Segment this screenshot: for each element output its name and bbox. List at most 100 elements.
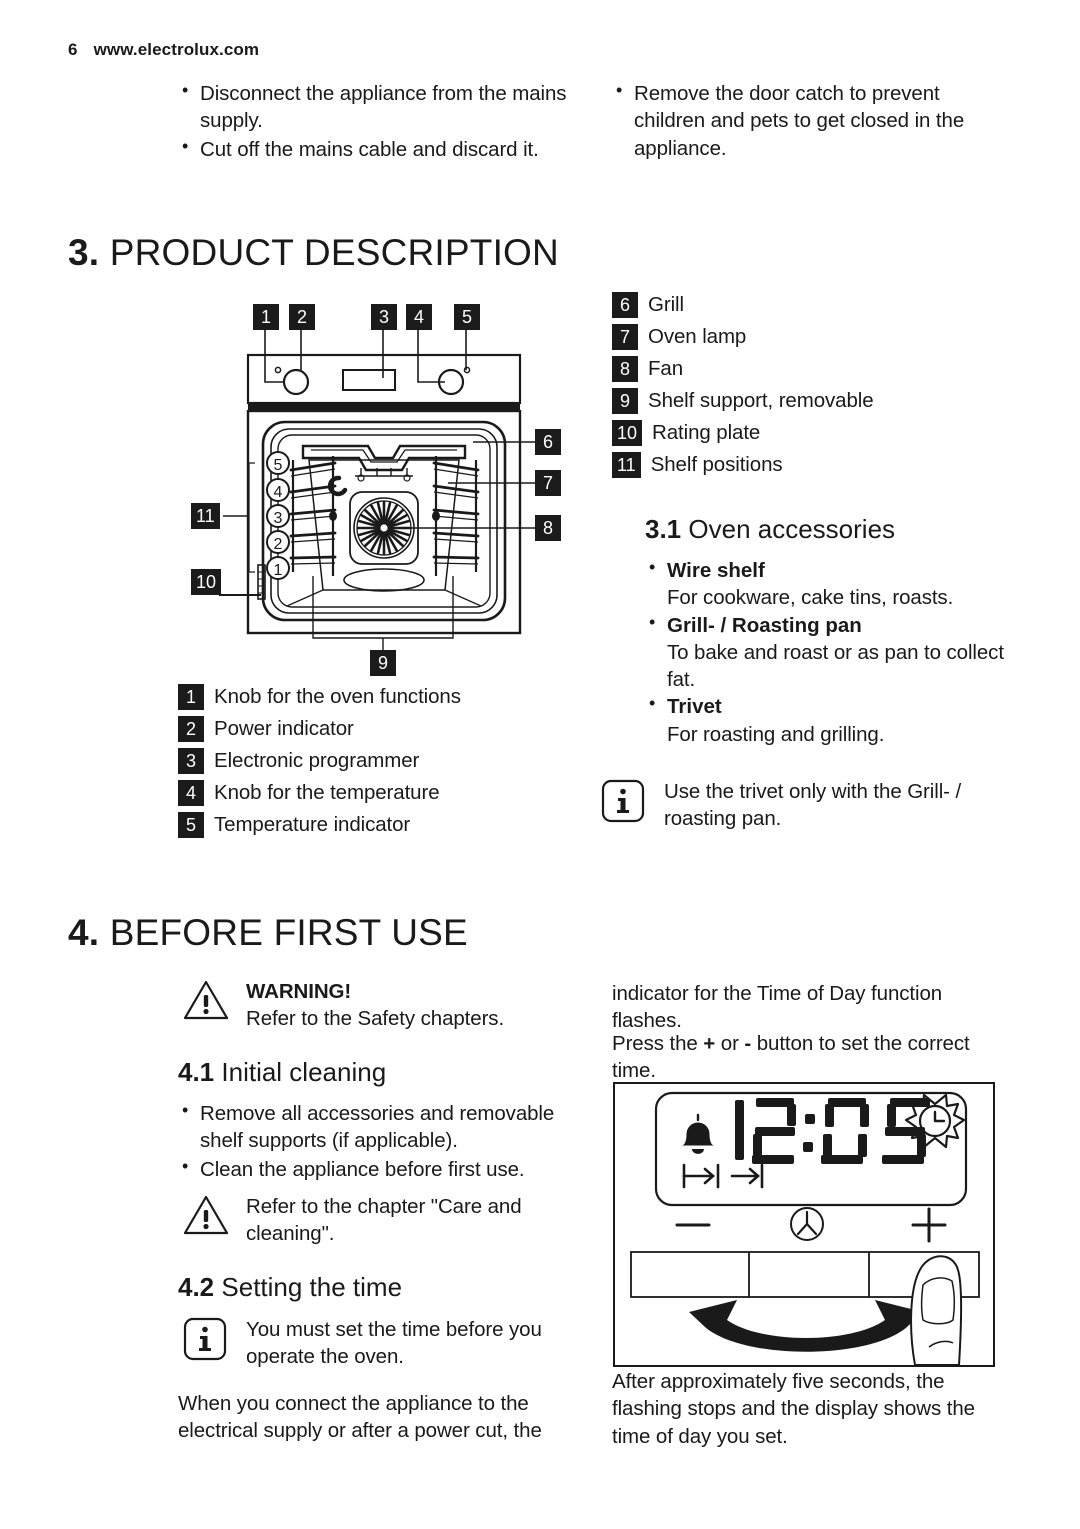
accessory-desc: For roasting and grilling. xyxy=(667,722,885,746)
section-3-1-title: Oven accessories xyxy=(688,514,896,544)
key-item-8: 8 Fan xyxy=(612,356,1012,382)
key-number: 2 xyxy=(178,716,204,742)
callout-10: 10 xyxy=(191,569,222,595)
shelf-position-markers: 5 4 3 2 1 xyxy=(266,451,290,580)
info-icon xyxy=(600,778,646,824)
key-label: Rating plate xyxy=(652,421,761,444)
callout-10-leader xyxy=(219,594,261,596)
key-number: 7 xyxy=(612,324,638,350)
callout-1: 1 xyxy=(253,304,279,330)
section-4-2-title: Setting the time xyxy=(221,1272,403,1302)
top-bullets-right-block: Remove the door catch to prevent childre… xyxy=(612,79,1012,163)
key-number: 8 xyxy=(612,356,638,382)
oven-diagram-svg: 5 4 3 2 1 xyxy=(223,328,535,652)
callout-5: 5 xyxy=(454,304,480,330)
callout-9: 9 xyxy=(370,650,396,676)
key-item-10: 10 Rating plate xyxy=(612,420,1012,446)
press-the-text: Press the xyxy=(612,1032,704,1055)
warning-note-safety: WARNING! Refer to the Safety chapters. xyxy=(182,978,582,1033)
key-item-6: 6 Grill xyxy=(612,292,1012,318)
site-url: www.electrolux.com xyxy=(93,40,260,59)
info-icon xyxy=(182,1316,228,1362)
key-number: 11 xyxy=(612,452,641,478)
list-item: Remove the door catch to prevent childre… xyxy=(612,79,1012,162)
programmer-display-svg xyxy=(613,1082,995,1367)
key-label: Power indicator xyxy=(214,717,354,740)
key-number: 6 xyxy=(612,292,638,318)
key-number: 10 xyxy=(612,420,643,446)
key-list-right: 6 Grill 7 Oven lamp 8 Fan 9 Shelf suppor… xyxy=(612,292,1012,478)
warning-care-text: Refer to the chapter "Care and cleaning"… xyxy=(246,1195,522,1246)
chapter-3-heading: 3. PRODUCT DESCRIPTION xyxy=(68,232,559,274)
warning-text: Refer to the Safety chapters. xyxy=(246,1007,505,1031)
after-five-seconds-paragraph: After approximately five seconds, the fl… xyxy=(612,1370,975,1448)
callout-3: 3 xyxy=(371,304,397,330)
key-item-11: 11 Shelf positions xyxy=(612,452,1012,478)
setting-time-paragraph-left: When you connect the appliance to the el… xyxy=(178,1392,542,1443)
top-bullets-left-block: Disconnect the appliance from the mains … xyxy=(178,79,574,164)
setting-time-paragraph-right-1: indicator for the Time of Day function f… xyxy=(612,982,943,1033)
key-label: Oven lamp xyxy=(648,325,747,348)
chapter-3-number: 3. xyxy=(68,232,100,273)
svg-text:1: 1 xyxy=(274,562,283,579)
or-text: or xyxy=(715,1032,745,1055)
accessory-desc: To bake and roast or as pan to collect f… xyxy=(667,640,1004,691)
list-item: Clean the appliance before first use. xyxy=(178,1154,578,1183)
oven-front-cutaway-diagram: 5 4 3 2 1 1 2 3 4 5 6 7 8 9 11 10 xyxy=(183,300,583,680)
key-item-5: 5 Temperature indicator xyxy=(178,812,578,838)
svg-text:5: 5 xyxy=(274,457,283,474)
key-number: 9 xyxy=(612,388,638,414)
list-item: Remove all accessories and removable she… xyxy=(178,1099,578,1155)
list-item: Disconnect the appliance from the mains … xyxy=(178,79,574,135)
key-label: Grill xyxy=(648,293,684,316)
callout-11: 11 xyxy=(191,503,220,529)
product-key-right: 6 Grill 7 Oven lamp 8 Fan 9 Shelf suppor… xyxy=(612,292,1012,484)
section-3-1-number: 3.1 xyxy=(645,514,682,544)
top-bullets-left: Disconnect the appliance from the mains … xyxy=(178,79,574,163)
accessory-item: Wire shelf xyxy=(645,557,1015,584)
key-item-7: 7 Oven lamp xyxy=(612,324,1012,350)
chapter-3-title: PRODUCT DESCRIPTION xyxy=(109,232,559,273)
key-label: Temperature indicator xyxy=(214,813,411,836)
chapter-4-heading: 4. BEFORE FIRST USE xyxy=(68,912,468,954)
svg-text:2: 2 xyxy=(274,536,283,553)
accessory-item: Trivet xyxy=(645,693,1015,720)
list-item: Cut off the mains cable and discard it. xyxy=(178,134,574,163)
callout-8: 8 xyxy=(535,515,561,541)
accessory-name: Trivet xyxy=(667,695,722,719)
warning-note-body: WARNING! Refer to the Safety chapters. xyxy=(246,978,504,1033)
key-number: 1 xyxy=(178,684,204,710)
section-3-1: 3.1 Oven accessories Wire shelf For cook… xyxy=(645,514,1015,748)
top-bullets-right: Remove the door catch to prevent childre… xyxy=(612,79,1012,162)
manual-page: 6 www.electrolux.com Disconnect the appl… xyxy=(0,0,1080,1529)
accessory-name: Grill- / Roasting pan xyxy=(667,613,862,637)
key-number: 3 xyxy=(178,748,204,774)
section-4-1-title: Initial cleaning xyxy=(221,1057,387,1087)
warning-note-care-cleaning: Refer to the chapter "Care and cleaning"… xyxy=(182,1193,582,1248)
chapter-4-title: BEFORE FIRST USE xyxy=(109,912,468,953)
key-label: Shelf support, removable xyxy=(648,389,874,412)
key-item-2: 2 Power indicator xyxy=(178,716,578,742)
section-4-2-number: 4.2 xyxy=(178,1272,215,1302)
key-label: Knob for the oven functions xyxy=(214,685,461,708)
page-number: 6 xyxy=(68,40,78,59)
initial-cleaning-bullets: Remove all accessories and removable she… xyxy=(178,1099,578,1183)
section-4-1: 4.1 Initial cleaning Remove all accessor… xyxy=(178,1057,578,1184)
oven-programmer-display-diagram xyxy=(613,1082,1008,1367)
svg-text:4: 4 xyxy=(274,484,283,501)
accessories-list: Wire shelf For cookware, cake tins, roas… xyxy=(645,557,1015,748)
warning-triangle-icon xyxy=(182,978,229,1022)
info-note-text: Use the trivet only with the Grill- / ro… xyxy=(664,780,962,831)
callout-2: 2 xyxy=(289,304,315,330)
callout-6: 6 xyxy=(535,429,561,455)
page-header: 6 www.electrolux.com xyxy=(68,40,259,60)
key-list-left: 1 Knob for the oven functions 2 Power in… xyxy=(178,684,578,838)
chapter-4-number: 4. xyxy=(68,912,100,953)
warning-title: WARNING! xyxy=(246,980,352,1003)
key-label: Knob for the temperature xyxy=(214,781,440,804)
callout-7: 7 xyxy=(535,470,561,496)
key-label: Fan xyxy=(648,357,684,380)
key-label: Shelf positions xyxy=(650,453,783,476)
accessory-item: Grill- / Roasting pan xyxy=(645,612,1015,639)
warning-triangle-icon xyxy=(182,1193,229,1237)
